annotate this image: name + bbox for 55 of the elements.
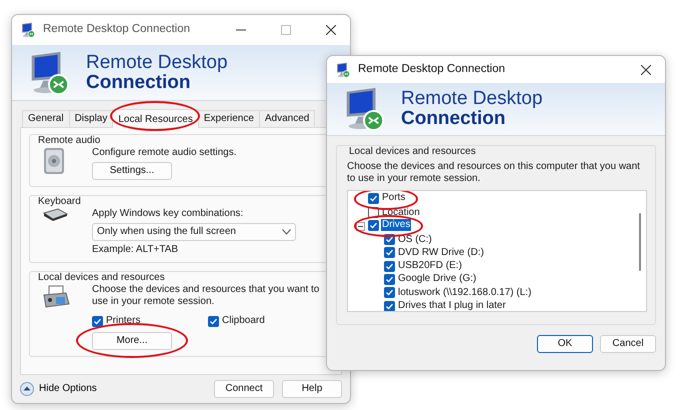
tab[interactable]: General	[22, 110, 70, 127]
example-text: Example: ALT+TAB	[92, 244, 180, 256]
tree-item[interactable]: USB20FD (E:)	[397, 260, 463, 272]
tree-item[interactable]: Drives	[381, 219, 412, 231]
more-button[interactable]: More...	[92, 332, 172, 350]
maximize-icon	[281, 25, 291, 35]
chevron-down-icon	[282, 229, 291, 235]
tree-item[interactable]: Drives that I plug in later	[397, 300, 507, 311]
hide-options-button[interactable]: Hide Options	[20, 382, 97, 396]
tree-item[interactable]: Location	[381, 206, 421, 219]
checkbox[interactable]	[384, 274, 395, 285]
close-icon	[641, 64, 651, 74]
tree-item[interactable]: DVD RW Drive (D:)	[397, 246, 485, 259]
checkbox[interactable]	[384, 260, 395, 272]
dropdown[interactable]: Only when using the full screen	[92, 223, 296, 241]
banner-title: Remote Desktop	[401, 89, 543, 109]
description-text: Configure remote audio settings.	[92, 147, 238, 159]
dialog-button[interactable]: Connect	[214, 380, 274, 398]
checkbox[interactable]	[368, 220, 379, 230]
checkbox[interactable]	[368, 192, 379, 204]
keyboard-icon	[42, 208, 68, 222]
group-heading: Keyboard	[36, 196, 83, 208]
tree-item[interactable]: Google Drive (G:)	[397, 273, 478, 286]
tab[interactable]: Advanced	[258, 110, 316, 127]
banner-title: Remote Desktop	[86, 52, 228, 72]
banner-title: Connection	[86, 72, 190, 92]
window-title: Remote Desktop Connection	[358, 62, 506, 76]
dialog-button[interactable]: OK	[537, 335, 593, 353]
checkbox-label: Printers	[106, 315, 140, 327]
minus-box-icon[interactable]	[356, 222, 365, 231]
banner-title: Connection	[401, 109, 506, 129]
checkbox[interactable]	[208, 316, 219, 326]
checkbox[interactable]	[384, 247, 395, 258]
checkbox-label: Clipboard	[222, 315, 265, 327]
dropdown-value: Only when using the full screen	[97, 226, 236, 238]
tab[interactable]: Local Resources	[112, 109, 199, 128]
monitor-icon	[335, 62, 351, 78]
window-title: Remote Desktop Connection	[43, 23, 192, 37]
monitor-icon	[20, 22, 36, 38]
description-text: Choose the devices and resources on this computer that you want to use in your remote session.	[347, 161, 641, 185]
description-text: Choose the devices and resources that you want to use in your remote session.	[92, 284, 320, 308]
close-icon	[326, 25, 336, 35]
speaker-icon	[42, 147, 66, 175]
settings-button[interactable]: Settings...	[92, 162, 172, 180]
chevron-up-icon	[20, 382, 34, 396]
tree-item[interactable]: lotuswork (\\192.168.0.17) (L:)	[397, 286, 532, 299]
checkbox[interactable]	[92, 316, 103, 326]
field-label: Apply Windows key combinations:	[92, 208, 244, 220]
printer-icon	[42, 284, 70, 310]
tree-item[interactable]: Ports	[381, 192, 406, 204]
scrollbar-thumb[interactable]	[639, 213, 641, 271]
checkbox[interactable]	[384, 287, 395, 298]
dialog-button[interactable]: Cancel	[600, 335, 656, 353]
dialog-button[interactable]: Help	[282, 380, 342, 398]
checkbox[interactable]	[384, 300, 395, 311]
